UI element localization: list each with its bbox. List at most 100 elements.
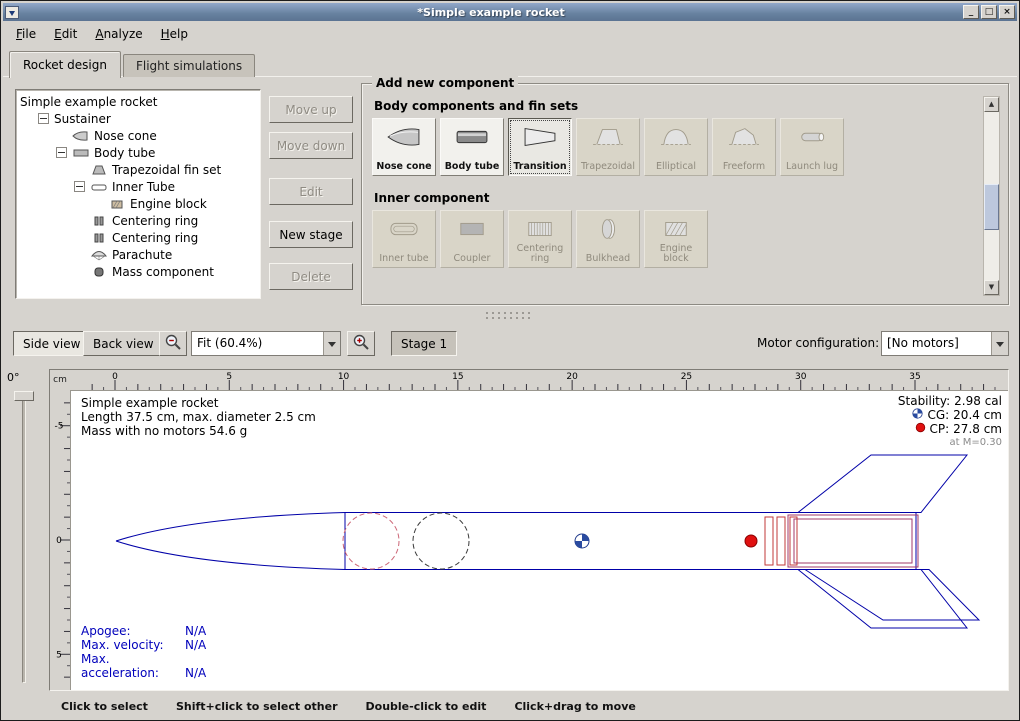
move-up-button[interactable]: Move up: [269, 96, 353, 123]
motor-configuration-value: [No motors]: [882, 332, 991, 355]
palette-button-label: Freeform: [723, 162, 765, 172]
side-view-button[interactable]: Side view: [13, 331, 90, 356]
tree-item-label: Body tube: [94, 146, 155, 160]
finset-icon: [90, 164, 112, 176]
tree-item-centering-ring[interactable]: Centering ring: [16, 212, 260, 229]
tree-item-centering-ring[interactable]: Centering ring: [16, 229, 260, 246]
freeform-button[interactable]: Freeform: [712, 118, 776, 176]
centeringring-icon: [90, 232, 112, 244]
inner-tube-button[interactable]: Inner tube: [372, 210, 436, 268]
menu-edit[interactable]: Edit: [46, 23, 85, 45]
zoom-in-button[interactable]: [347, 331, 375, 356]
rocket-mass: Mass with no motors 54.6 g: [81, 424, 316, 438]
engineblock-icon: [108, 198, 130, 210]
splitter-grip[interactable]: [486, 312, 534, 322]
elliptical-button[interactable]: Elliptical: [644, 118, 708, 176]
menu-analyze[interactable]: Analyze: [87, 23, 150, 45]
tree-item-parachute[interactable]: Parachute: [16, 246, 260, 263]
chevron-down-icon[interactable]: [991, 332, 1008, 355]
chevron-down-icon[interactable]: [323, 332, 340, 355]
rocket-name: Simple example rocket: [81, 396, 316, 410]
rotation-slider[interactable]: [22, 393, 26, 683]
zoom-select[interactable]: Fit (60.4%): [191, 331, 341, 356]
minimize-icon[interactable]: _: [963, 5, 979, 19]
scroll-down-icon[interactable]: ▼: [984, 280, 999, 295]
mass-component-outline: [413, 513, 469, 569]
bulkhead-button[interactable]: Bulkhead: [576, 210, 640, 268]
body-tube-button[interactable]: Body tube: [440, 118, 504, 176]
scroll-up-icon[interactable]: ▲: [984, 97, 999, 112]
cp-value: 27.8 cm: [953, 423, 1002, 436]
nosecone-icon: [72, 130, 94, 142]
fin-bottom-projection: [805, 570, 979, 621]
palette-scrollbar[interactable]: ▲ ▼: [983, 96, 1000, 296]
tree-expander-icon[interactable]: [56, 147, 67, 158]
tree-item-sustainer[interactable]: Sustainer: [16, 110, 260, 127]
tree-item-body-tube[interactable]: Body tube: [16, 144, 260, 161]
engine-block-button[interactable]: Engine block: [644, 210, 708, 268]
tree-item-simple-example-rocket[interactable]: Simple example rocket: [16, 93, 260, 110]
menu-file[interactable]: File: [8, 23, 44, 45]
flight-stat-label: Max. acceleration:: [81, 652, 185, 680]
svg-text:5: 5: [56, 650, 62, 660]
trapezoidal-button[interactable]: Trapezoidal: [576, 118, 640, 176]
motor-configuration-select[interactable]: [No motors]: [881, 331, 1009, 356]
tree-item-trapezoidal-fin-set[interactable]: Trapezoidal fin set: [16, 161, 260, 178]
nosecone-icon: [384, 123, 424, 151]
launch-lug-button[interactable]: Launch lug: [780, 118, 844, 176]
tree-item-label: Inner Tube: [112, 180, 175, 194]
centering-ring-button[interactable]: Centering ring: [508, 210, 572, 268]
delete-button[interactable]: Delete: [269, 263, 353, 290]
svg-text:25: 25: [681, 372, 692, 382]
fin-top: [798, 455, 967, 513]
palette-button-label: Trapezoidal: [581, 162, 635, 172]
menu-bar: FileEditAnalyzeHelp: [3, 21, 1017, 46]
title-bar[interactable]: *Simple example rocket _ □ ×: [3, 3, 1017, 21]
tree-item-inner-tube[interactable]: Inner Tube: [16, 178, 260, 195]
cp-marker: [745, 535, 757, 547]
scrollbar-thumb[interactable]: [984, 184, 999, 230]
stability-label: Stability:: [898, 395, 950, 408]
svg-text:5: 5: [226, 372, 232, 382]
transition-button[interactable]: Transition: [508, 118, 572, 176]
bodytube-icon: [72, 147, 94, 159]
flight-stat-value: N/A: [185, 638, 206, 652]
rocket-info: Simple example rocket Length 37.5 cm, ma…: [81, 396, 316, 438]
rotation-slider-handle[interactable]: [14, 391, 34, 401]
nose-cone-button[interactable]: Nose cone: [372, 118, 436, 176]
svg-text:30: 30: [795, 372, 807, 382]
rocket-canvas[interactable]: Simple example rocket Length 37.5 cm, ma…: [70, 390, 1008, 690]
tab-flight-simulations[interactable]: Flight simulations: [123, 54, 255, 77]
flight-stat-label: Apogee:: [81, 624, 185, 638]
component-palette: Body components and fin setsNose coneBod…: [362, 99, 1008, 268]
tree-item-nose-cone[interactable]: Nose cone: [16, 127, 260, 144]
zoom-out-button[interactable]: [159, 331, 187, 356]
back-view-button[interactable]: Back view: [83, 331, 164, 356]
mach-note: at M=0.30: [898, 436, 1002, 449]
flight-stat-row: Apogee:N/A: [81, 624, 206, 638]
component-tree[interactable]: Simple example rocketSustainerNose cone B…: [15, 89, 261, 299]
menu-help[interactable]: Help: [153, 23, 196, 45]
tree-item-mass-component[interactable]: Mass component: [16, 263, 260, 280]
app-icon[interactable]: [5, 6, 19, 19]
splitter[interactable]: [1, 309, 1019, 323]
move-down-button[interactable]: Move down: [269, 132, 353, 159]
tree-expander-icon[interactable]: [74, 181, 85, 192]
stability-info: Stability: 2.98 cal CG: 20.4 cm CP: 27.8…: [898, 395, 1002, 449]
tree-item-engine-block[interactable]: Engine block: [16, 195, 260, 212]
palette-button-label: Elliptical: [656, 162, 696, 172]
stage-1-toggle[interactable]: Stage 1: [391, 331, 457, 356]
magnifier-minus-icon: [164, 333, 182, 354]
coupler-button[interactable]: Coupler: [440, 210, 504, 268]
new-stage-button[interactable]: New stage: [269, 221, 353, 248]
tree-expander-icon[interactable]: [38, 113, 49, 124]
maximize-icon[interactable]: □: [981, 5, 997, 19]
close-icon[interactable]: ×: [999, 5, 1015, 19]
launchlug-icon: [792, 123, 832, 151]
tab-rocket-design[interactable]: Rocket design: [9, 51, 121, 78]
svg-text:15: 15: [452, 372, 463, 382]
flight-stat-row: Max. acceleration:N/A: [81, 652, 206, 680]
parachute-outline: [343, 513, 399, 569]
edit-button[interactable]: Edit: [269, 178, 353, 205]
flight-stats: Apogee:N/AMax. velocity:N/AMax. accelera…: [81, 624, 206, 680]
